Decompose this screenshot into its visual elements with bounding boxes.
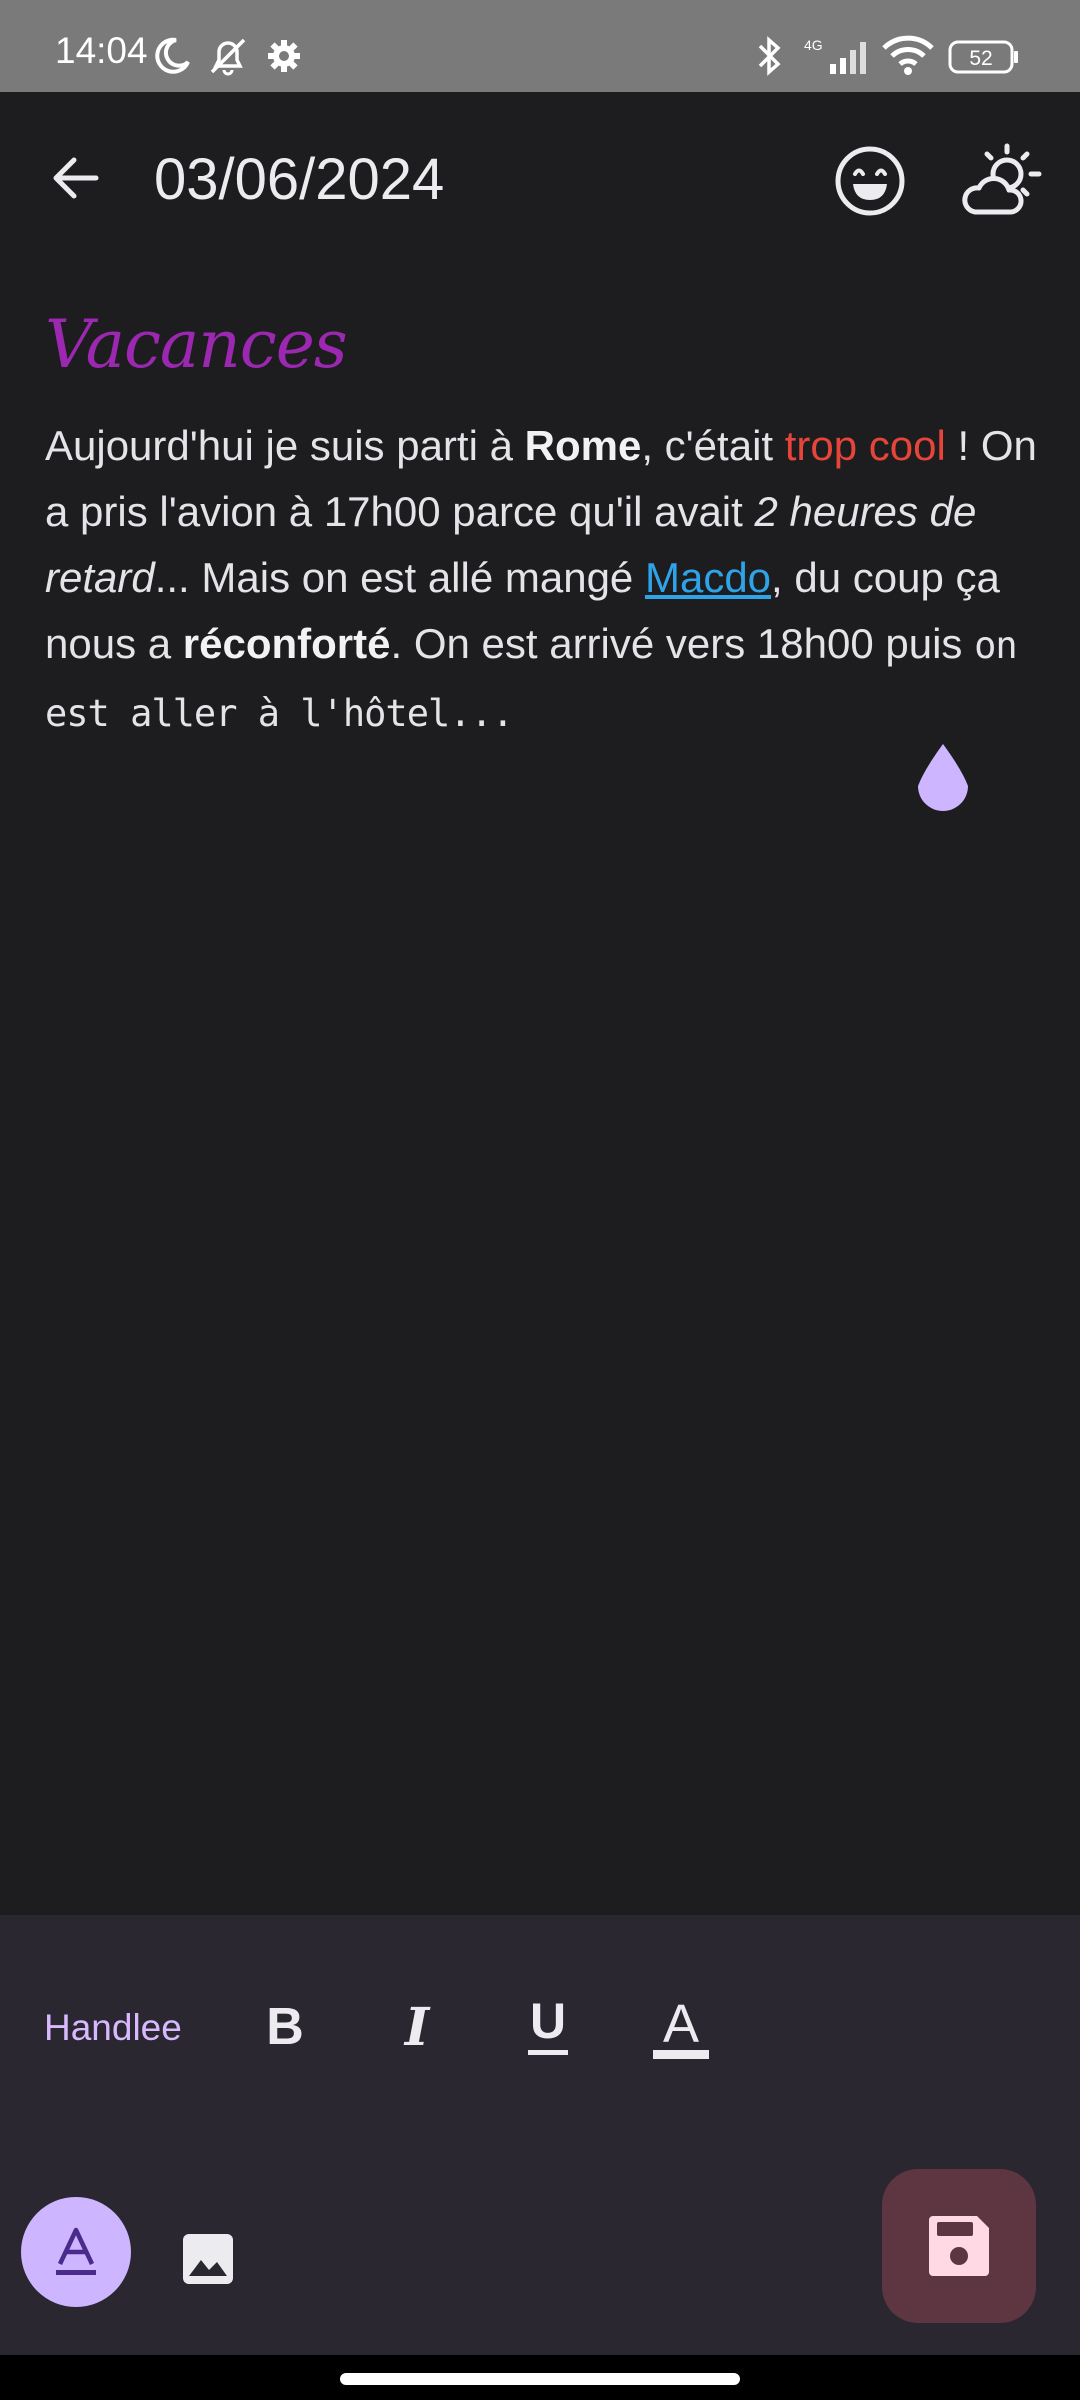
text-color-label: A bbox=[663, 1994, 699, 2054]
weather-button[interactable] bbox=[957, 136, 1049, 228]
bold-button[interactable]: B bbox=[245, 1987, 325, 2067]
page-title[interactable]: 03/06/2024 bbox=[154, 146, 444, 213]
system-nav-bar bbox=[0, 2355, 1080, 2400]
save-button[interactable] bbox=[882, 2169, 1036, 2323]
underline-label: U bbox=[530, 1993, 566, 2049]
back-button[interactable] bbox=[36, 138, 116, 218]
smiley-icon bbox=[835, 146, 905, 216]
mood-button[interactable] bbox=[827, 138, 913, 224]
moon-icon bbox=[152, 36, 192, 81]
body-text: , c'était bbox=[641, 422, 785, 469]
arrow-back-icon bbox=[53, 157, 99, 199]
italic-button[interactable]: I bbox=[377, 1987, 457, 2067]
body-bold-text: réconforté bbox=[182, 620, 391, 667]
text-cursor-handle[interactable] bbox=[914, 742, 972, 814]
signal-icon: 4G bbox=[800, 36, 874, 81]
save-icon bbox=[929, 2216, 989, 2276]
image-icon bbox=[183, 2234, 233, 2284]
gear-icon bbox=[266, 38, 302, 79]
alarm-off-icon bbox=[206, 34, 250, 83]
body-link[interactable]: Macdo bbox=[645, 554, 771, 601]
insert-image-button[interactable] bbox=[168, 2219, 248, 2299]
status-bar: 14:04 4G 52 bbox=[0, 0, 1080, 92]
entry-body[interactable]: Aujourd'hui je suis parti à Rome, c'étai… bbox=[45, 413, 1045, 747]
battery-level: 52 bbox=[969, 47, 992, 70]
formatting-toolbar: Handlee B I U A bbox=[0, 1915, 1080, 2355]
entry-title[interactable]: Vacances bbox=[45, 306, 348, 383]
screen: 14:04 4G 52 03/06/2024 Vacances Aujourd'… bbox=[0, 0, 1080, 2400]
text-style-button[interactable] bbox=[21, 2197, 131, 2307]
text-format-icon bbox=[56, 2227, 96, 2275]
network-label: 4G bbox=[804, 37, 823, 53]
app-bar: 03/06/2024 bbox=[0, 92, 1080, 268]
font-selector[interactable]: Handlee bbox=[44, 2007, 182, 2049]
wifi-icon bbox=[882, 34, 934, 81]
body-text: . On est arrivé vers 18h00 puis bbox=[390, 620, 975, 667]
text-color-button[interactable]: A bbox=[641, 1987, 721, 2067]
partly-cloudy-icon bbox=[962, 143, 1042, 215]
battery-icon: 52 bbox=[948, 40, 1020, 79]
bluetooth-icon bbox=[752, 34, 788, 83]
body-bold-text: Rome bbox=[524, 422, 642, 469]
status-time: 14:04 bbox=[55, 30, 148, 71]
body-text: Aujourd'hui je suis parti à bbox=[45, 422, 525, 469]
body-red-text: trop cool bbox=[784, 422, 946, 469]
home-indicator[interactable] bbox=[340, 2373, 740, 2385]
underline-button[interactable]: U bbox=[508, 1987, 588, 2067]
body-text: ... Mais on est allé mangé bbox=[154, 554, 645, 601]
